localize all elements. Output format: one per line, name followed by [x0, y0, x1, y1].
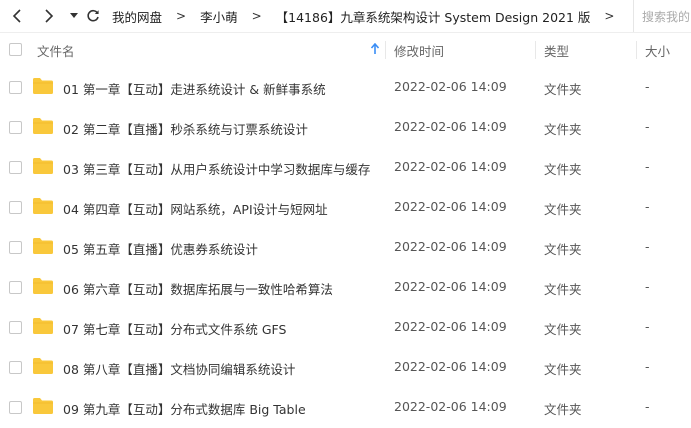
file-name[interactable]: 01 第一章【互动】走进系统设计 & 新鲜事系统 [63, 79, 326, 98]
table-row[interactable]: 03 第三章【互动】从用户系统设计中学习数据库与缓存 2022-02-06 14… [0, 147, 691, 187]
column-header-type[interactable]: 类型 [544, 33, 569, 67]
file-modified: 2022-02-06 14:09 [394, 399, 507, 414]
folder-icon [33, 118, 53, 134]
file-modified: 2022-02-06 14:09 [394, 239, 507, 254]
breadcrumb: 我的网盘 > 李小萌 > 【14186】九章系统架构设计 System Desi… [112, 7, 628, 26]
toolbar: 我的网盘 > 李小萌 > 【14186】九章系统架构设计 System Desi… [0, 0, 691, 33]
select-all-checkbox[interactable] [9, 43, 22, 56]
column-header-modified-label: 修改时间 [394, 43, 445, 59]
folder-icon [33, 318, 53, 334]
table-row[interactable]: 08 第八章【直播】文档协同编辑系统设计 2022-02-06 14:09 文件… [0, 347, 691, 387]
column-header-name-label: 文件名 [37, 43, 75, 59]
folder-icon [33, 78, 53, 94]
file-size: - [645, 359, 650, 374]
file-modified: 2022-02-06 14:09 [394, 79, 507, 94]
file-list-header: 文件名 修改时间 类型 大小 [0, 33, 691, 67]
arrow-up-icon [371, 43, 379, 54]
back-button[interactable] [2, 0, 32, 32]
refresh-button[interactable] [82, 0, 104, 32]
breadcrumb-separator: > [251, 9, 262, 23]
chevron-left-icon [12, 9, 21, 23]
file-name[interactable]: 07 第七章【互动】分布式文件系统 GFS [63, 319, 286, 338]
file-type: 文件夹 [544, 242, 582, 257]
column-header-modified[interactable]: 修改时间 [394, 33, 444, 67]
row-checkbox[interactable] [9, 241, 22, 254]
file-modified: 2022-02-06 14:09 [394, 199, 507, 214]
folder-icon [33, 358, 53, 374]
folder-icon [33, 398, 53, 414]
folder-icon [33, 238, 53, 254]
column-divider[interactable] [535, 41, 536, 59]
table-row[interactable]: 02 第二章【直播】秒杀系统与订票系统设计 2022-02-06 14:09 文… [0, 107, 691, 147]
column-header-name[interactable]: 文件名 [37, 33, 385, 67]
row-checkbox[interactable] [9, 121, 22, 134]
folder-icon [33, 158, 53, 174]
file-type: 文件夹 [544, 162, 582, 177]
file-modified: 2022-02-06 14:09 [394, 359, 507, 374]
file-type: 文件夹 [544, 282, 582, 297]
table-row[interactable]: 01 第一章【互动】走进系统设计 & 新鲜事系统 2022-02-06 14:0… [0, 67, 691, 107]
row-checkbox[interactable] [9, 321, 22, 334]
column-divider[interactable] [636, 41, 637, 59]
file-size: - [645, 159, 650, 174]
file-name[interactable]: 06 第六章【互动】数据库拓展与一致性哈希算法 [63, 279, 333, 298]
breadcrumb-expand-button[interactable]: > [604, 9, 614, 23]
file-name[interactable]: 05 第五章【直播】优惠券系统设计 [63, 239, 258, 258]
search-input[interactable] [642, 9, 691, 24]
column-header-size-label: 大小 [645, 43, 671, 59]
file-name[interactable]: 08 第八章【直播】文档协同编辑系统设计 [63, 359, 295, 378]
file-type: 文件夹 [544, 402, 582, 417]
file-size: - [645, 79, 650, 94]
caret-down-icon [70, 13, 78, 18]
column-header-size[interactable]: 大小 [645, 33, 670, 67]
table-row[interactable]: 07 第七章【互动】分布式文件系统 GFS 2022-02-06 14:09 文… [0, 307, 691, 347]
file-modified: 2022-02-06 14:09 [394, 279, 507, 294]
file-name[interactable]: 03 第三章【互动】从用户系统设计中学习数据库与缓存 [63, 159, 370, 178]
file-type: 文件夹 [544, 362, 582, 377]
breadcrumb-item-user[interactable]: 李小萌 [200, 7, 238, 26]
file-size: - [645, 319, 650, 334]
chevron-right-icon [45, 9, 54, 23]
folder-icon [33, 278, 53, 294]
breadcrumb-item-course[interactable]: 【14186】九章系统架构设计 System Design 2021 版 [276, 7, 591, 26]
column-header-type-label: 类型 [544, 43, 570, 59]
file-size: - [645, 239, 650, 254]
file-type: 文件夹 [544, 82, 582, 97]
file-modified: 2022-02-06 14:09 [394, 319, 507, 334]
file-type: 文件夹 [544, 122, 582, 137]
table-row[interactable]: 05 第五章【直播】优惠券系统设计 2022-02-06 14:09 文件夹 - [0, 227, 691, 267]
file-size: - [645, 279, 650, 294]
forward-button[interactable] [32, 0, 66, 32]
folder-icon [33, 198, 53, 214]
file-type: 文件夹 [544, 202, 582, 217]
file-name[interactable]: 02 第二章【直播】秒杀系统与订票系统设计 [63, 119, 308, 138]
file-type: 文件夹 [544, 322, 582, 337]
file-size: - [645, 119, 650, 134]
file-size: - [645, 199, 650, 214]
row-checkbox[interactable] [9, 401, 22, 414]
row-checkbox[interactable] [9, 201, 22, 214]
search-box [633, 0, 691, 32]
row-checkbox[interactable] [9, 281, 22, 294]
column-divider[interactable] [385, 41, 386, 59]
breadcrumb-item-root[interactable]: 我的网盘 [112, 7, 162, 26]
file-size: - [645, 399, 650, 414]
row-checkbox[interactable] [9, 361, 22, 374]
file-name[interactable]: 04 第四章【互动】网站系统，API设计与短网址 [63, 199, 328, 218]
history-dropdown-button[interactable] [66, 0, 82, 32]
file-modified: 2022-02-06 14:09 [394, 159, 507, 174]
table-row[interactable]: 04 第四章【互动】网站系统，API设计与短网址 2022-02-06 14:0… [0, 187, 691, 227]
file-name[interactable]: 09 第九章【互动】分布式数据库 Big Table [63, 399, 306, 418]
table-row[interactable]: 09 第九章【互动】分布式数据库 Big Table 2022-02-06 14… [0, 387, 691, 427]
breadcrumb-separator: > [176, 9, 187, 23]
table-row[interactable]: 06 第六章【互动】数据库拓展与一致性哈希算法 2022-02-06 14:09… [0, 267, 691, 307]
file-modified: 2022-02-06 14:09 [394, 119, 507, 134]
row-checkbox[interactable] [9, 81, 22, 94]
file-list: 01 第一章【互动】走进系统设计 & 新鲜事系统 2022-02-06 14:0… [0, 67, 691, 427]
refresh-icon [87, 9, 99, 22]
row-checkbox[interactable] [9, 161, 22, 174]
